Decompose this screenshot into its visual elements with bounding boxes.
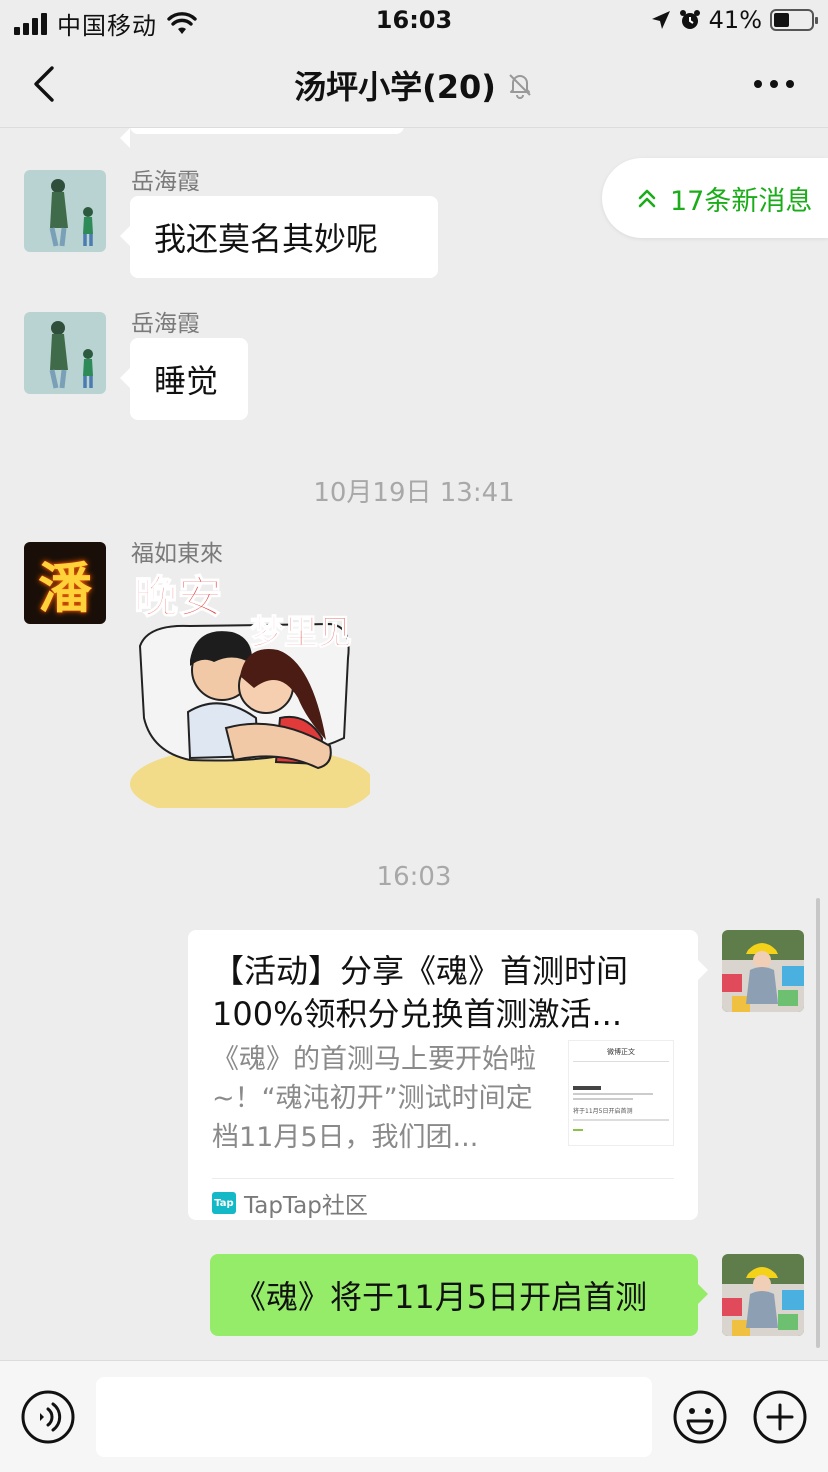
message-input[interactable]: [96, 1377, 652, 1457]
link-card[interactable]: 【活动】分享《魂》首测时间100%领积分兑换首测激活... 《魂》的首测马上要开…: [188, 930, 708, 1220]
sticker-text-line1: 晚安: [134, 572, 222, 623]
link-card-title: 【活动】分享《魂》首测时间100%领积分兑换首测激活...: [212, 952, 629, 1033]
status-bar: 中国移动 16:03 41%: [0, 0, 828, 42]
taptap-logo-icon: Tap: [212, 1192, 236, 1214]
message-text: 睡觉: [154, 362, 219, 400]
title-group: 汤坪小学(20): [0, 62, 828, 108]
sender-name: 岳海霞: [131, 169, 200, 195]
chat-screen: 中国移动 16:03 41% 汤坪小学(20) 岳海霞 我还莫名其妙呢 17条新…: [0, 0, 828, 1472]
timestamp: 16:03: [376, 862, 452, 892]
scrollbar[interactable]: [816, 898, 820, 1348]
sender-name: 岳海霞: [131, 311, 200, 337]
alarm-icon: [679, 10, 700, 29]
partial-message-bubble[interactable]: [120, 128, 404, 148]
new-messages-label: 17条新消息: [670, 185, 813, 217]
message-text: 《魂》将于11月5日开启首测: [234, 1278, 648, 1316]
link-card-description: 《魂》的首测马上要开始啦~！“魂沌初开”测试时间定档11月5日，我们团...: [212, 1044, 536, 1153]
double-chevron-up-icon: [638, 189, 656, 208]
sender-name: 福如東來: [131, 541, 223, 567]
thumb-text: 将于11月5日开启首测: [573, 1108, 633, 1115]
input-bar: [0, 1360, 828, 1472]
message-list[interactable]: 岳海霞 我还莫名其妙呢 17条新消息 岳海霞 睡觉 10月19日 13:41 潘…: [0, 128, 828, 1360]
avatar[interactable]: 潘: [24, 542, 106, 624]
self-message-bubble[interactable]: 《魂》将于11月5日开启首测: [210, 1254, 708, 1336]
message-text: 我还莫名其妙呢: [154, 220, 379, 258]
battery-percent: 41%: [708, 6, 762, 34]
bell-off-icon: [509, 74, 531, 99]
self-avatar[interactable]: [722, 930, 804, 1012]
message-bubble[interactable]: 睡觉: [120, 338, 248, 420]
status-right: 41%: [651, 6, 818, 34]
emoji-icon[interactable]: [672, 1389, 728, 1445]
message-bubble[interactable]: 我还莫名其妙呢: [120, 196, 438, 278]
battery-fill: [774, 13, 789, 27]
avatar-text: 潘: [38, 555, 92, 620]
source-name: TapTap社区: [244, 1193, 368, 1219]
link-card-thumbnail: 微博正文 将于11月5日开启首测: [568, 1040, 674, 1146]
voice-icon[interactable]: [20, 1389, 76, 1445]
sticker-image[interactable]: 晚安 梦里见: [130, 568, 374, 822]
plus-icon[interactable]: [752, 1389, 808, 1445]
timestamp: 10月19日 13:41: [313, 478, 515, 508]
location-arrow-icon: [651, 11, 670, 29]
self-avatar[interactable]: [722, 1254, 804, 1336]
new-messages-button[interactable]: 17条新消息: [602, 158, 828, 238]
sticker-text-line2: 梦里见: [250, 613, 352, 653]
chat-title: 汤坪小学(20): [294, 68, 496, 106]
more-dots-icon[interactable]: [750, 68, 798, 100]
avatar[interactable]: [24, 170, 106, 252]
thumb-heading: 微博正文: [607, 1048, 635, 1056]
link-card-source: Tap TapTap社区: [212, 1186, 368, 1220]
card-divider: [212, 1178, 674, 1179]
chat-header: 汤坪小学(20): [0, 42, 828, 128]
avatar[interactable]: [24, 312, 106, 394]
battery-icon: [770, 9, 818, 31]
